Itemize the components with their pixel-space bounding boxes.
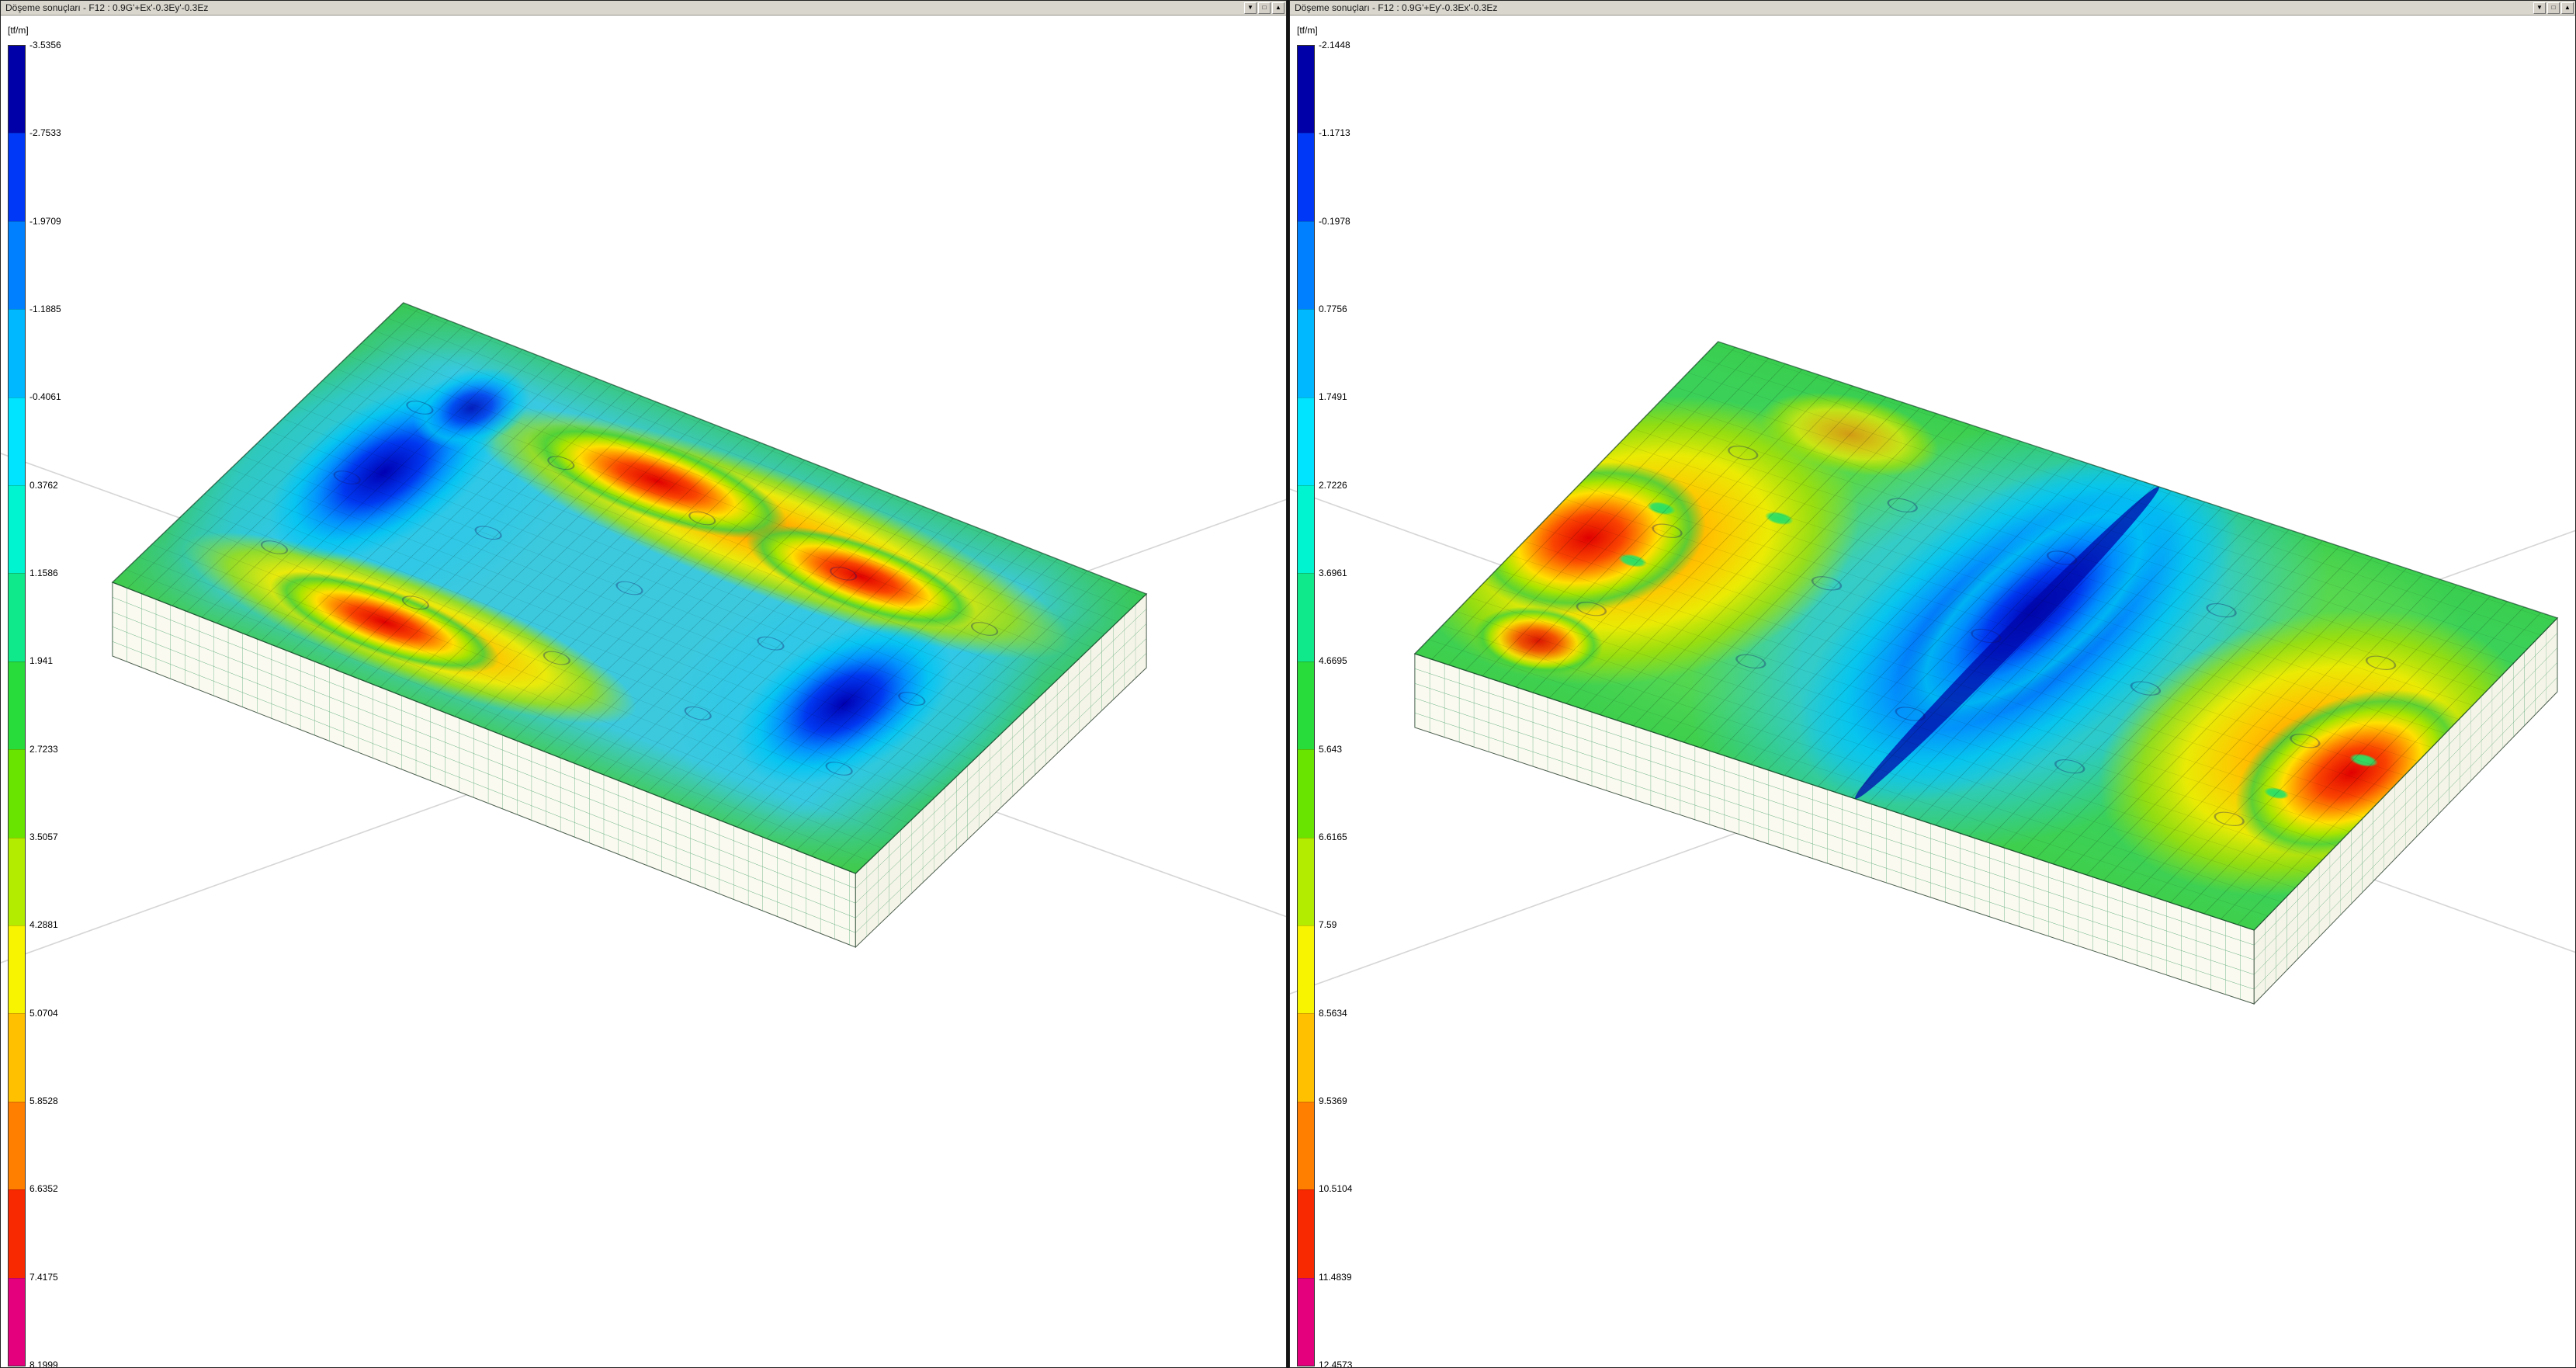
viewport-panel-right: Döşeme sonuçları - F12 : 0.9G'+Ey'-0.3Ex… — [1289, 0, 2576, 1368]
legend-color-band — [9, 221, 25, 309]
legend-color-band — [9, 1013, 25, 1101]
legend-color-band — [1298, 46, 1314, 133]
legend-tick-label: 2.7233 — [29, 744, 58, 755]
viewport-panel-left: Döşeme sonuçları - F12 : 0.9G'+Ex'-0.3Ey… — [0, 0, 1287, 1368]
legend-tick-label: 5.8528 — [29, 1095, 58, 1106]
legend-color-band — [1298, 838, 1314, 925]
viewport-maximize-button[interactable]: ▲ — [2561, 2, 2574, 14]
viewport-minimize-button[interactable]: ▼ — [1244, 2, 1257, 14]
window-button-icon: ▲ — [2564, 5, 2571, 11]
legend-tick-label: 0.3762 — [29, 480, 58, 491]
legend-unit-label: [tf/m] — [8, 25, 29, 36]
legend-color-band — [9, 46, 25, 133]
legend-color-bar — [8, 45, 26, 1366]
window-button-icon: ▲ — [1275, 5, 1281, 11]
legend-tick-label: -1.1713 — [1319, 127, 1350, 138]
legend-tick-label: 12.4573 — [1319, 1359, 1352, 1367]
window-button-icon: ▼ — [2536, 5, 2543, 11]
legend-color-band — [1298, 485, 1314, 573]
viewport-title: Döşeme sonuçları - F12 : 0.9G'+Ey'-0.3Ex… — [1295, 2, 1497, 13]
legend-tick-label: 1.1586 — [29, 568, 58, 578]
legend-tick-label: 5.0704 — [29, 1008, 58, 1019]
legend-tick-label: 11.4839 — [1319, 1272, 1352, 1283]
window-button-icon: □ — [1263, 5, 1267, 11]
legend-tick-label: 2.7226 — [1319, 480, 1347, 491]
legend-tick-label: 6.6352 — [29, 1183, 58, 1194]
legend-color-band — [1298, 573, 1314, 661]
slab-contour-3d-view — [1290, 16, 2575, 1367]
legend-tick-label: -0.4061 — [29, 391, 61, 402]
legend-tick-label: 7.4175 — [29, 1272, 58, 1283]
window-button-icon: □ — [2552, 5, 2556, 11]
legend-color-band — [1298, 398, 1314, 485]
legend-color-band — [1298, 1278, 1314, 1366]
legend-color-band — [9, 1102, 25, 1189]
legend-tick-label: 8.5634 — [1319, 1008, 1347, 1019]
legend-tick-label: 6.6165 — [1319, 832, 1347, 842]
legend-color-band — [1298, 1013, 1314, 1101]
legend-color-band — [1298, 749, 1314, 837]
legend-color-band — [1298, 309, 1314, 397]
viewport-titlebar[interactable]: Döşeme sonuçları - F12 : 0.9G'+Ex'-0.3Ey… — [1, 1, 1286, 16]
legend-color-band — [9, 485, 25, 573]
legend-tick-label: -2.1448 — [1319, 40, 1350, 50]
viewport-restore-button[interactable]: □ — [2547, 2, 2560, 14]
legend-color-band — [9, 925, 25, 1013]
legend-tick-label: -1.9709 — [29, 216, 61, 227]
legend-color-band — [9, 661, 25, 749]
legend-tick-label: -3.5356 — [29, 40, 61, 50]
legend-tick-label: 3.6961 — [1319, 568, 1347, 578]
legend-tick-label: 8.1999 — [29, 1359, 58, 1367]
viewport-restore-button[interactable]: □ — [1258, 2, 1271, 14]
legend-tick-label: 4.2881 — [29, 919, 58, 930]
legend-color-band — [1298, 221, 1314, 309]
viewport-minimize-button[interactable]: ▼ — [2533, 2, 2546, 14]
legend-color-band — [1298, 1189, 1314, 1277]
legend-unit-label: [tf/m] — [1297, 25, 1318, 36]
window-button-icon: ▼ — [1247, 5, 1253, 11]
viewport-titlebar[interactable]: Döşeme sonuçları - F12 : 0.9G'+Ey'-0.3Ex… — [1290, 1, 2575, 16]
app-window: Döşeme sonuçları - F12 : 0.9G'+Ex'-0.3Ey… — [0, 0, 2576, 1368]
legend-color-band — [9, 1278, 25, 1366]
legend-tick-label: 5.643 — [1319, 744, 1342, 755]
window-controls: ▼ □ ▲ — [2533, 2, 2574, 14]
legend-color-band — [9, 1189, 25, 1277]
legend-color-band — [1298, 133, 1314, 220]
legend-tick-label: 10.5104 — [1319, 1183, 1352, 1194]
legend-color-band — [9, 133, 25, 220]
window-controls: ▼ □ ▲ — [1244, 2, 1285, 14]
legend-tick-label: 0.7756 — [1319, 304, 1347, 314]
legend-tick-label: 1.941 — [29, 655, 53, 666]
legend-tick-label: -2.7533 — [29, 127, 61, 138]
model-viewport[interactable]: [tf/m] -2.1448 -1.1713 -0.1978 0.7756 1.7491… — [1290, 16, 2575, 1367]
legend-color-band — [9, 573, 25, 661]
model-viewport[interactable]: [tf/m] -3.5356 -2.7533 -1.9709 -1.1885 -0.40… — [1, 16, 1286, 1367]
legend-color-band — [9, 398, 25, 485]
legend-color-bar — [1297, 45, 1315, 1366]
legend-tick-label: 9.5369 — [1319, 1095, 1347, 1106]
legend-color-band — [9, 838, 25, 925]
legend-color-band — [1298, 925, 1314, 1013]
legend-tick-label: 7.59 — [1319, 919, 1337, 930]
legend-color-band — [9, 309, 25, 397]
legend-color-band — [9, 749, 25, 837]
slab-contour-3d-view — [1, 16, 1286, 1367]
legend-color-band — [1298, 661, 1314, 749]
viewport-title: Döşeme sonuçları - F12 : 0.9G'+Ex'-0.3Ey… — [5, 2, 208, 13]
legend-tick-label: 3.5057 — [29, 832, 58, 842]
legend-color-band — [1298, 1102, 1314, 1189]
legend-tick-label: -0.1978 — [1319, 216, 1350, 227]
viewport-maximize-button[interactable]: ▲ — [1272, 2, 1285, 14]
legend-tick-label: 4.6695 — [1319, 655, 1347, 666]
legend-tick-label: 1.7491 — [1319, 391, 1347, 402]
legend-tick-label: -1.1885 — [29, 304, 61, 314]
